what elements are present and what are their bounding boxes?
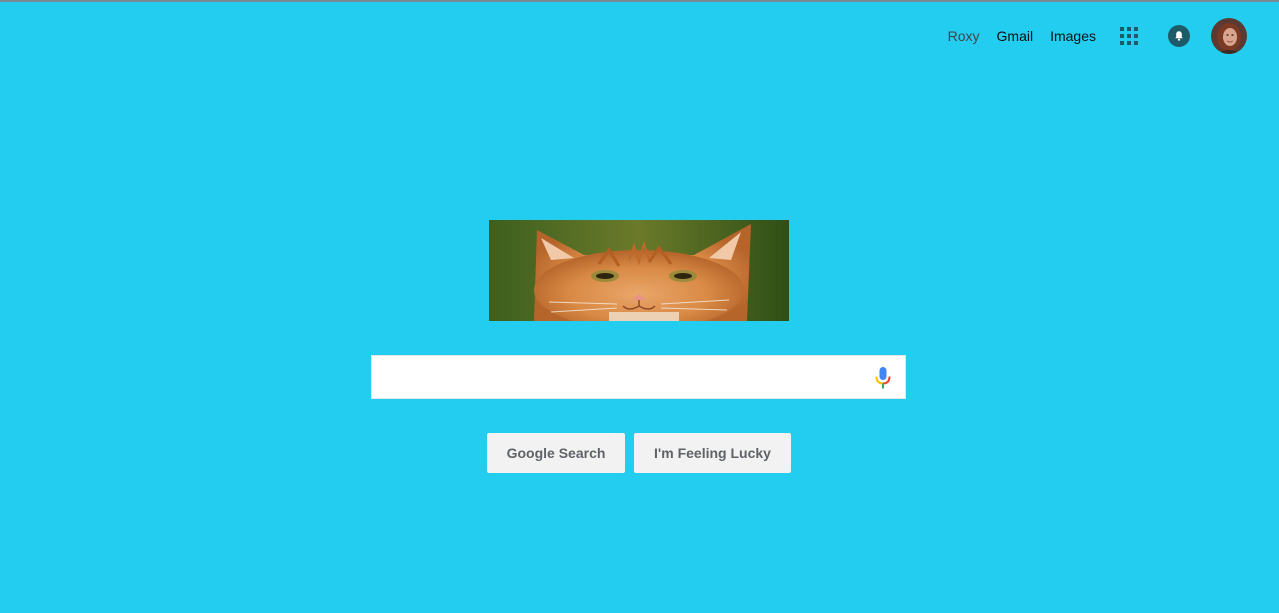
google-search-button[interactable]: Google Search <box>487 433 625 473</box>
top-navigation: Roxy Gmail Images <box>948 18 1247 54</box>
search-input[interactable] <box>380 356 864 398</box>
cat-photo-logo <box>489 220 789 321</box>
images-link[interactable]: Images <box>1050 28 1096 44</box>
gmail-link[interactable]: Gmail <box>997 28 1034 44</box>
apps-grid-icon[interactable] <box>1120 27 1138 45</box>
user-name-link[interactable]: Roxy <box>948 28 980 44</box>
microphone-icon[interactable] <box>873 366 893 390</box>
browser-top-border <box>0 0 1279 2</box>
notifications-bell-icon[interactable] <box>1168 25 1190 47</box>
search-box <box>371 355 906 399</box>
feeling-lucky-button[interactable]: I'm Feeling Lucky <box>634 433 791 473</box>
avatar[interactable] <box>1211 18 1247 54</box>
